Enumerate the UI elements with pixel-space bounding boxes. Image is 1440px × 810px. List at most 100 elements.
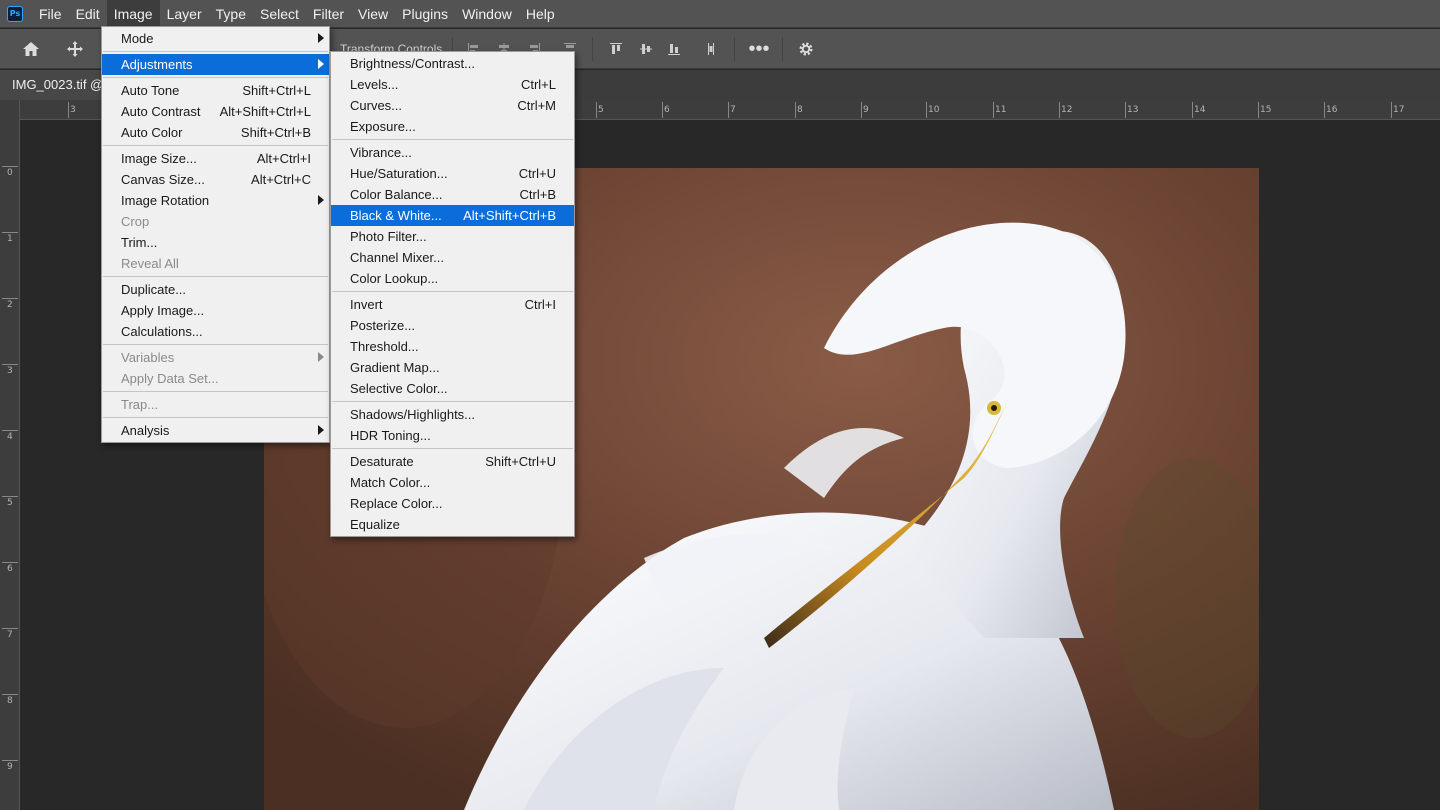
- menu-image[interactable]: Image: [106, 0, 160, 28]
- menu-divider: [103, 51, 328, 52]
- menu-item-adjustments[interactable]: Adjustments: [102, 54, 329, 75]
- gear-icon[interactable]: [792, 35, 820, 63]
- ruler-tick-mark: [2, 166, 18, 167]
- menu-item-label: Gradient Map...: [350, 360, 440, 375]
- ruler-tick-mark: [2, 496, 18, 497]
- image-menu-dropdown: Mode Adjustments Auto Tone Shift+Ctrl+L Auto…: [101, 26, 330, 443]
- adjust-item-shadows-highlights[interactable]: Shadows/Highlights...: [331, 404, 574, 425]
- menu-item-label: Color Lookup...: [350, 271, 439, 286]
- adjust-item-channel-mixer[interactable]: Channel Mixer...: [331, 247, 574, 268]
- menu-view[interactable]: View: [351, 0, 395, 28]
- submenu-arrow-icon: [318, 352, 324, 362]
- adjust-item-invert[interactable]: Invert Ctrl+I: [331, 294, 574, 315]
- menu-item-shortcut: Alt+Shift+Ctrl+L: [219, 104, 311, 119]
- menu-item-canvas-size[interactable]: Canvas Size... Alt+Ctrl+C: [102, 169, 329, 190]
- ruler-tick-label: 3: [70, 105, 76, 115]
- menu-item-label: Apply Data Set...: [121, 371, 219, 386]
- photoshop-logo-icon: Ps: [7, 5, 23, 22]
- menu-filter[interactable]: Filter: [306, 0, 351, 28]
- menu-layer[interactable]: Layer: [160, 0, 209, 28]
- ruler-tick-label: 4: [7, 432, 13, 442]
- menu-item-label: Trim...: [121, 235, 158, 250]
- ruler-tick-mark: [2, 628, 18, 629]
- menu-divider: [103, 145, 328, 146]
- menu-item-shortcut: Shift+Ctrl+B: [240, 125, 311, 140]
- move-tool-icon[interactable]: [61, 35, 89, 63]
- menu-item-label: Posterize...: [350, 318, 416, 333]
- distribute-top-icon[interactable]: [602, 35, 630, 63]
- menu-plugins[interactable]: Plugins: [395, 0, 455, 28]
- menu-item-calculations[interactable]: Calculations...: [102, 321, 329, 342]
- menu-item-label: Brightness/Contrast...: [350, 56, 475, 71]
- adjust-item-photo-filter[interactable]: Photo Filter...: [331, 226, 574, 247]
- ruler-tick-label: 12: [1061, 105, 1073, 115]
- menu-item-auto-tone[interactable]: Auto Tone Shift+Ctrl+L: [102, 80, 329, 101]
- menu-item-label: Crop: [121, 214, 150, 229]
- submenu-arrow-icon: [318, 425, 324, 435]
- ruler-tick-mark: [2, 364, 18, 365]
- menu-file[interactable]: File: [32, 0, 69, 28]
- ruler-tick-mark: [596, 102, 597, 118]
- menu-item-auto-contrast[interactable]: Auto Contrast Alt+Shift+Ctrl+L: [102, 101, 329, 122]
- adjust-item-black-white[interactable]: Black & White... Alt+Shift+Ctrl+B: [331, 205, 574, 226]
- ruler-tick-mark: [2, 760, 18, 761]
- menu-item-shortcut: Ctrl+U: [518, 166, 556, 181]
- menu-help[interactable]: Help: [519, 0, 562, 28]
- adjust-item-levels[interactable]: Levels... Ctrl+L: [331, 74, 574, 95]
- adjust-item-vibrance[interactable]: Vibrance...: [331, 142, 574, 163]
- adjust-item-curves[interactable]: Curves... Ctrl+M: [331, 95, 574, 116]
- adjust-item-equalize[interactable]: Equalize: [331, 514, 574, 535]
- menu-item-shortcut: Ctrl+B: [519, 187, 556, 202]
- menu-item-duplicate[interactable]: Duplicate...: [102, 279, 329, 300]
- menu-item-label: Mode: [121, 31, 154, 46]
- adjust-item-match-color[interactable]: Match Color...: [331, 472, 574, 493]
- adjust-item-threshold[interactable]: Threshold...: [331, 336, 574, 357]
- menu-window[interactable]: Window: [455, 0, 519, 28]
- menu-item-label: Calculations...: [121, 324, 203, 339]
- menu-item-label: Auto Color: [121, 125, 183, 140]
- menu-item-apply-image[interactable]: Apply Image...: [102, 300, 329, 321]
- vertical-ruler[interactable]: 0 1 2 3 4 5 6 7 8 9: [0, 100, 20, 810]
- adjust-item-replace-color[interactable]: Replace Color...: [331, 493, 574, 514]
- menu-divider: [103, 344, 328, 345]
- ruler-tick-mark: [1059, 102, 1060, 118]
- ruler-tick-label: 14: [1194, 105, 1206, 115]
- menu-item-crop: Crop: [102, 211, 329, 232]
- ruler-tick-label: 6: [664, 105, 670, 115]
- home-icon[interactable]: [17, 35, 45, 63]
- menu-item-image-size[interactable]: Image Size... Alt+Ctrl+I: [102, 148, 329, 169]
- adjust-item-desaturate[interactable]: Desaturate Shift+Ctrl+U: [331, 451, 574, 472]
- adjust-item-hdr-toning[interactable]: HDR Toning...: [331, 425, 574, 446]
- menu-item-shortcut: Shift+Ctrl+L: [242, 83, 311, 98]
- distribute-bottom-icon[interactable]: [660, 35, 688, 63]
- menu-item-trim[interactable]: Trim...: [102, 232, 329, 253]
- menu-type[interactable]: Type: [209, 0, 253, 28]
- ruler-tick-label: 16: [1326, 105, 1338, 115]
- ruler-tick-mark: [993, 102, 994, 118]
- adjust-item-color-lookup[interactable]: Color Lookup...: [331, 268, 574, 289]
- adjust-item-gradient-map[interactable]: Gradient Map...: [331, 357, 574, 378]
- document-tab[interactable]: IMG_0023.tif @: [0, 70, 110, 100]
- distribute-middle-icon[interactable]: [632, 35, 660, 63]
- adjust-item-brightness-contrast[interactable]: Brightness/Contrast...: [331, 53, 574, 74]
- menu-item-label: HDR Toning...: [350, 428, 431, 443]
- menu-item-auto-color[interactable]: Auto Color Shift+Ctrl+B: [102, 122, 329, 143]
- adjust-item-selective-color[interactable]: Selective Color...: [331, 378, 574, 399]
- adjust-item-color-balance[interactable]: Color Balance... Ctrl+B: [331, 184, 574, 205]
- menu-item-mode[interactable]: Mode: [102, 28, 329, 49]
- ruler-tick-label: 1: [7, 234, 13, 244]
- menu-edit[interactable]: Edit: [69, 0, 107, 28]
- more-options-icon[interactable]: •••: [745, 35, 773, 63]
- adjust-item-hue-saturation[interactable]: Hue/Saturation... Ctrl+U: [331, 163, 574, 184]
- menu-item-analysis[interactable]: Analysis: [102, 420, 329, 441]
- adjust-item-exposure[interactable]: Exposure...: [331, 116, 574, 137]
- ruler-tick-label: 6: [7, 564, 13, 574]
- adjust-item-posterize[interactable]: Posterize...: [331, 315, 574, 336]
- ruler-tick-mark: [926, 102, 927, 118]
- ruler-tick-mark: [2, 298, 18, 299]
- menu-item-label: Reveal All: [121, 256, 179, 271]
- menu-item-image-rotation[interactable]: Image Rotation: [102, 190, 329, 211]
- ruler-tick-mark: [2, 430, 18, 431]
- menu-select[interactable]: Select: [253, 0, 306, 28]
- distribute-horizontal-icon[interactable]: [697, 35, 725, 63]
